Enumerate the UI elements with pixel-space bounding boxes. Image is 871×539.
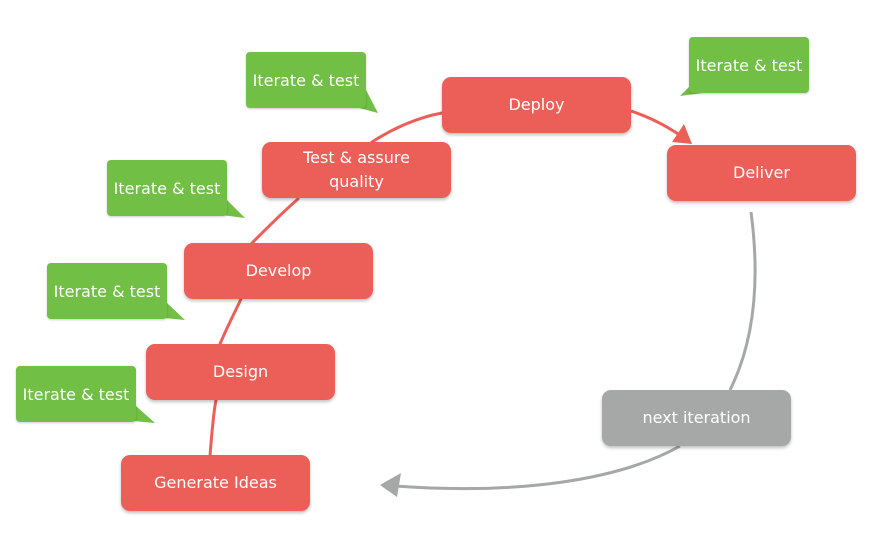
feedback-label: Iterate & test <box>22 384 130 404</box>
stage-test: Test & assure quality <box>262 142 451 198</box>
arrowhead-icon <box>672 124 692 144</box>
next-iteration: next iteration <box>602 390 791 446</box>
stage-label: Test & assure quality <box>303 148 410 191</box>
stage-label: Develop <box>245 261 312 280</box>
stage-design: Design <box>146 344 335 400</box>
stage-label: Design <box>212 362 269 381</box>
arrowhead-icon <box>380 473 401 497</box>
feedback-bubble: Iterate & test <box>246 52 366 108</box>
stage-label: Deliver <box>733 163 790 182</box>
flow-line <box>630 109 685 140</box>
feedback-bubble: Iterate & test <box>47 263 167 319</box>
stage-label: Generate Ideas <box>154 473 277 492</box>
feedback-bubble: Iterate & test <box>689 37 809 93</box>
feedback-bubble: Iterate & test <box>16 366 136 422</box>
feedback-label: Iterate & test <box>53 281 161 301</box>
loop-line <box>728 211 757 391</box>
stage-develop: Develop <box>184 243 373 299</box>
feedback-label: Iterate & test <box>113 178 221 198</box>
loop-label: next iteration <box>642 408 751 427</box>
feedback-bubble: Iterate & test <box>107 160 227 216</box>
feedback-label: Iterate & test <box>252 70 360 90</box>
feedback-label: Iterate & test <box>695 55 803 75</box>
loop-line <box>394 444 681 491</box>
stage-deliver: Deliver <box>667 145 856 201</box>
stage-deploy: Deploy <box>442 77 631 133</box>
stage-generate-ideas: Generate Ideas <box>121 455 310 511</box>
stage-label: Deploy <box>508 95 565 114</box>
